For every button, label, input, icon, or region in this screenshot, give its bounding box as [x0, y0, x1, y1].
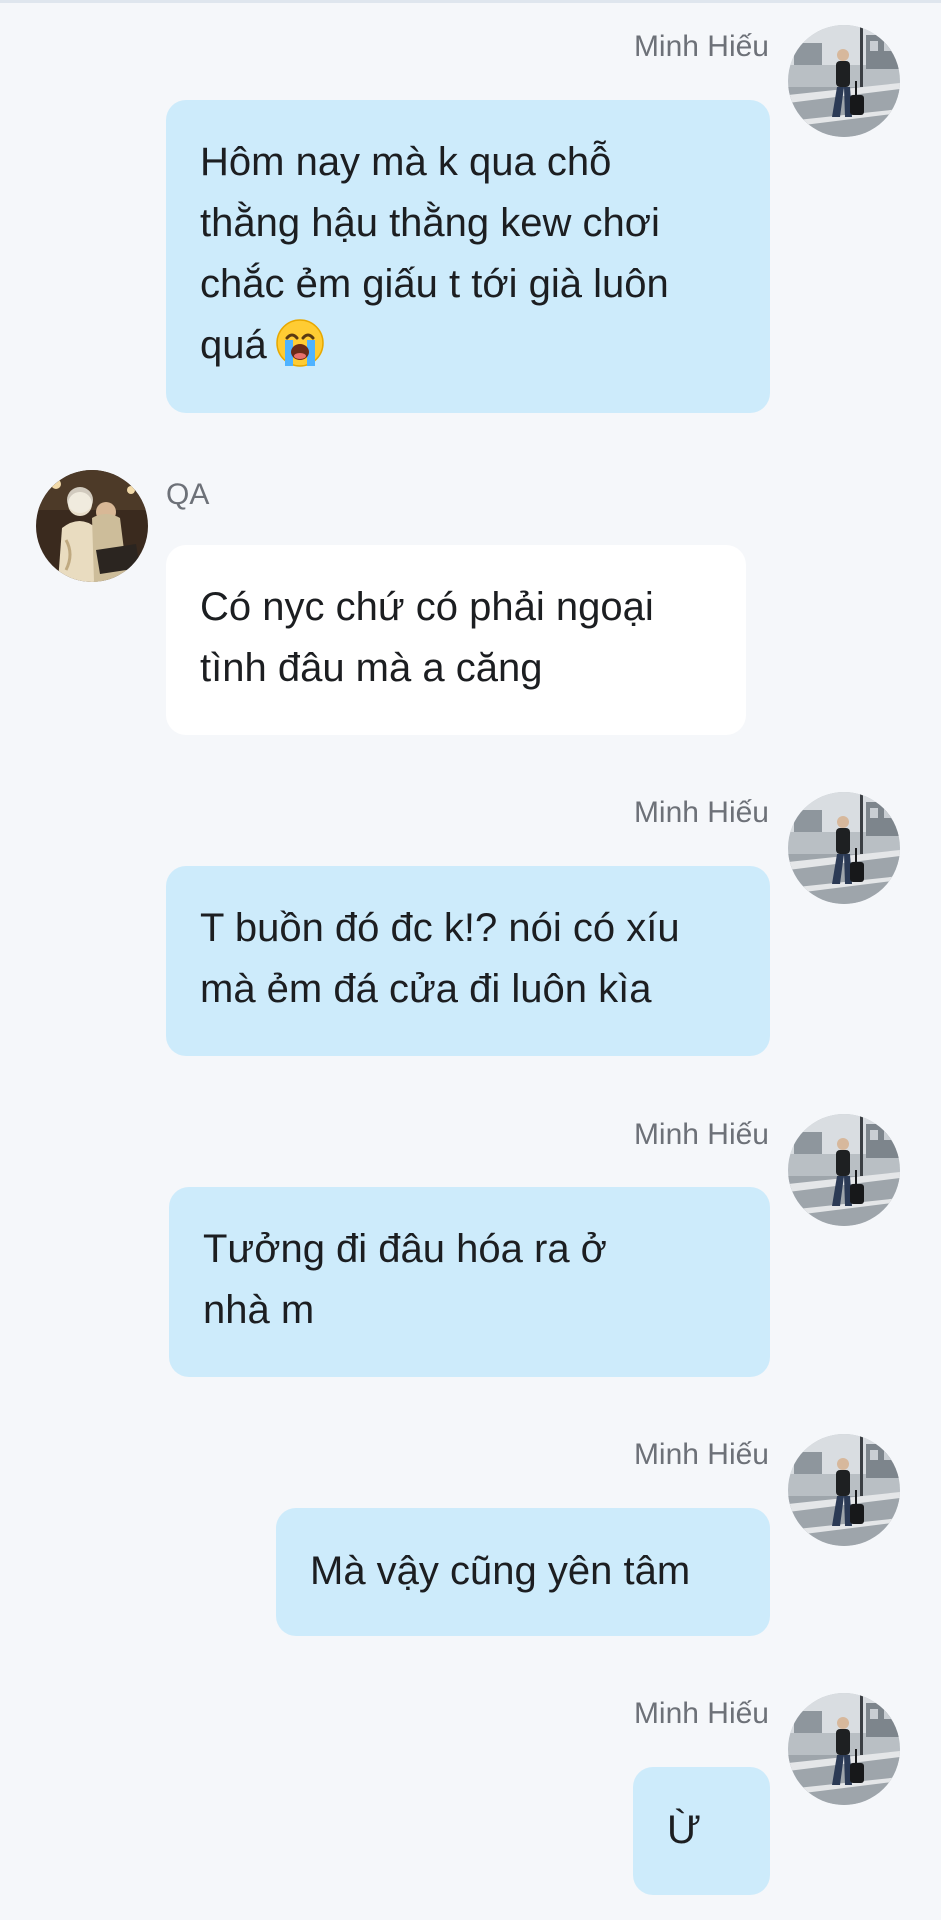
- message-bubble[interactable]: Có nyc chứ có phải ngoại tình đâu mà a c…: [166, 545, 746, 735]
- loudly-crying-face-icon: [275, 318, 325, 386]
- sender-name: Minh Hiếu: [633, 1118, 769, 1151]
- message-line: tình đâu mà a căng: [200, 646, 543, 690]
- message-line: Ừ: [667, 1808, 702, 1852]
- message-bubble[interactable]: Ừ: [633, 1767, 770, 1895]
- message-line: quá: [200, 315, 736, 386]
- avatar[interactable]: [36, 470, 148, 582]
- message-line: Tưởng đi đâu hóa ra ở: [203, 1227, 607, 1271]
- message-line: mà ẻm đá cửa đi luôn kìa: [200, 967, 652, 1011]
- message-line: nhà m: [203, 1288, 315, 1332]
- sender-name: Minh Hiếu: [633, 1438, 769, 1471]
- message-line: Hôm nay mà k qua chỗ: [200, 140, 612, 184]
- avatar[interactable]: [788, 1693, 900, 1805]
- sender-name: Minh Hiếu: [633, 30, 769, 63]
- message-bubble[interactable]: Hôm nay mà k qua chỗ thằng hậu thằng kew…: [166, 100, 770, 413]
- message-line: Có nyc chứ có phải ngoại: [200, 585, 654, 629]
- sender-name: Minh Hiếu: [633, 1697, 769, 1730]
- avatar[interactable]: [788, 1434, 900, 1546]
- message-line: thằng hậu thằng kew chơi: [200, 201, 660, 245]
- message-bubble[interactable]: Tưởng đi đâu hóa ra ở nhà m: [169, 1187, 770, 1377]
- top-divider: [0, 0, 941, 3]
- message-line: chắc ẻm giấu t tới già luôn: [200, 262, 669, 306]
- message-line: Mà vậy cũng yên tâm: [310, 1549, 691, 1593]
- avatar[interactable]: [788, 1114, 900, 1226]
- message-line: T buồn đó đc k!? nói có xíu: [200, 906, 680, 950]
- sender-name: Minh Hiếu: [633, 796, 769, 829]
- avatar[interactable]: [788, 25, 900, 137]
- message-bubble[interactable]: T buồn đó đc k!? nói có xíu mà ẻm đá cửa…: [166, 866, 770, 1056]
- avatar[interactable]: [788, 792, 900, 904]
- message-bubble[interactable]: Mà vậy cũng yên tâm: [276, 1508, 770, 1636]
- sender-name: QA: [166, 478, 210, 511]
